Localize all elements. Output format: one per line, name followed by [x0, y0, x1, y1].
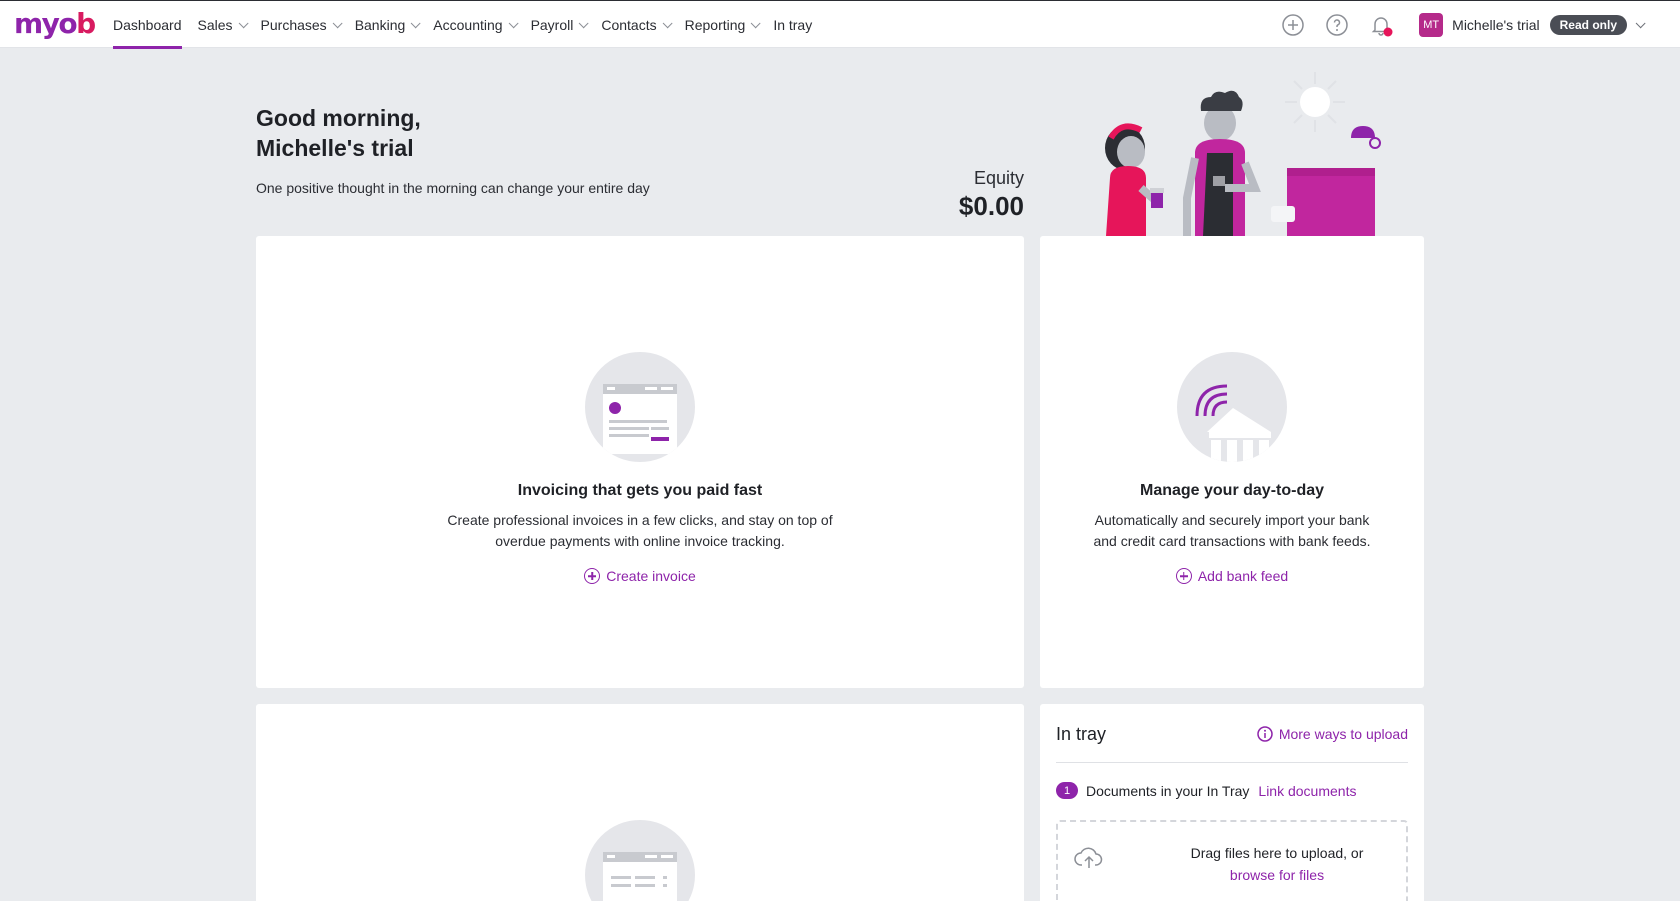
chevron-down-icon	[662, 17, 673, 28]
browse-for-files-link[interactable]: browse for files	[1230, 864, 1324, 886]
nav-contacts[interactable]: Contacts	[593, 1, 676, 49]
chevron-down-icon	[332, 17, 343, 28]
nav-label: Dashboard	[113, 17, 182, 33]
link-documents-link[interactable]: Link documents	[1258, 783, 1356, 799]
lower-card	[256, 704, 1024, 901]
nav-label: In tray	[773, 17, 813, 33]
nav-label: Accounting	[433, 17, 503, 33]
invoicing-card: Invoicing that gets you paid fast Create…	[256, 236, 1024, 688]
nav-purchases[interactable]: Purchases	[253, 1, 347, 49]
nav-accounting[interactable]: Accounting	[425, 1, 522, 49]
nav-in-tray[interactable]: In tray	[765, 1, 820, 49]
in-tray-documents-row: 1 Documents in your In Tray Link documen…	[1056, 782, 1356, 799]
equity-summary: Equity $0.00	[959, 168, 1024, 222]
nav-sales[interactable]: Sales	[190, 1, 253, 49]
drop-instructions: Drag files here to upload, or	[1190, 845, 1364, 861]
logo-accent-text: b	[76, 7, 96, 40]
info-icon	[1257, 726, 1273, 742]
greeting-line-1: Good morning,	[256, 105, 421, 131]
question-circle-icon[interactable]	[1325, 13, 1349, 37]
chevron-down-icon	[238, 17, 249, 28]
more-ways-to-upload-link[interactable]: More ways to upload	[1257, 726, 1408, 742]
chevron-down-icon[interactable]	[1635, 17, 1646, 28]
top-nav-bar: myob Dashboard Sales Purchases Banking A…	[0, 0, 1680, 49]
equity-value: $0.00	[958, 191, 1024, 221]
header-tools: MT Michelle's trial Read only	[1281, 1, 1680, 49]
in-tray-title: In tray	[1056, 724, 1107, 744]
logo-text: myo	[14, 7, 78, 40]
add-bank-feed-link[interactable]: Add bank feed	[1175, 568, 1289, 584]
bank-feed-description: Automatically and securely import your b…	[1093, 512, 1371, 549]
plus-circle-icon[interactable]	[1281, 13, 1305, 37]
document-count-badge: 1	[1056, 782, 1078, 799]
nav-label: Purchases	[260, 17, 327, 33]
main-nav: Dashboard Sales Purchases Banking Accoun…	[105, 1, 820, 49]
bell-icon[interactable]	[1369, 13, 1393, 37]
drop-zone-text: Drag files here to upload, or browse for…	[1168, 842, 1386, 886]
divider	[1056, 762, 1408, 763]
invoicing-description: Create professional invoices in a few cl…	[447, 512, 833, 549]
business-name[interactable]: Michelle's trial	[1452, 17, 1539, 33]
create-invoice-link[interactable]: Create invoice	[584, 568, 696, 584]
bank-feed-title: Manage your day-to-day	[1139, 482, 1325, 499]
nav-label: Sales	[197, 17, 233, 33]
greeting-line-2: Michelle's trial	[256, 135, 414, 161]
daily-quote: One positive thought in the morning can …	[256, 180, 650, 196]
plus-circle-icon	[584, 568, 601, 584]
nav-label: Contacts	[601, 17, 657, 33]
nav-banking[interactable]: Banking	[347, 1, 426, 49]
document-illustration-icon	[585, 820, 695, 901]
cafe-illustration	[1105, 72, 1381, 236]
nav-label: Banking	[354, 17, 406, 33]
in-tray-card: In tray More ways to upload 1 Documents …	[1040, 704, 1424, 901]
nav-label: Payroll	[530, 17, 574, 33]
chevron-down-icon	[508, 17, 519, 28]
create-invoice-label: Create invoice	[606, 568, 696, 584]
invoice-illustration-icon	[585, 352, 695, 462]
myob-logo[interactable]: myob	[14, 7, 96, 40]
add-bank-feed-label: Add bank feed	[1197, 568, 1289, 584]
nav-dashboard[interactable]: Dashboard	[105, 1, 190, 49]
chevron-down-icon	[750, 17, 761, 28]
file-drop-zone[interactable]: Drag files here to upload, or browse for…	[1056, 820, 1408, 901]
plus-circle-icon	[1175, 568, 1192, 584]
read-only-badge: Read only	[1549, 15, 1627, 35]
nav-payroll[interactable]: Payroll	[523, 1, 594, 49]
chevron-down-icon	[579, 17, 589, 28]
nav-reporting[interactable]: Reporting	[677, 1, 766, 49]
cloud-upload-icon	[1074, 847, 1103, 868]
bank-feed-card: Manage your day-to-day Automatically and…	[1040, 236, 1424, 688]
chevron-down-icon	[410, 17, 421, 28]
avatar[interactable]: MT	[1419, 13, 1444, 37]
invoicing-title: Invoicing that gets you paid fast	[517, 482, 763, 499]
equity-label: Equity	[973, 168, 1024, 188]
bank-illustration-icon	[1177, 352, 1287, 462]
nav-label: Reporting	[684, 17, 746, 33]
documents-label: Documents in your In Tray	[1086, 782, 1250, 799]
more-ways-label: More ways to upload	[1278, 726, 1408, 742]
greeting: Good morning, Michelle's trial	[256, 103, 421, 163]
